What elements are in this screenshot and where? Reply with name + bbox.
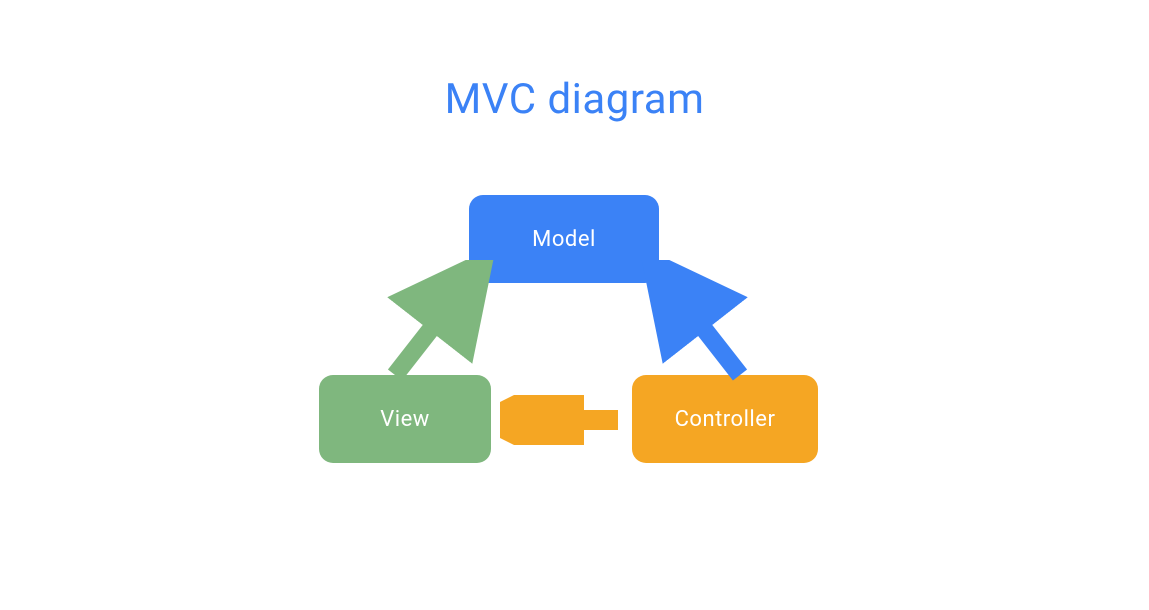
node-model: Model [469,195,659,283]
node-controller-label: Controller [675,407,776,432]
diagram-title: MVC diagram [445,75,705,124]
node-view-label: View [380,407,430,432]
arrow-controller-to-view [500,395,630,445]
node-model-label: Model [532,227,596,252]
arrow-controller-to-model [640,260,760,390]
arrow-view-to-model [375,260,495,390]
